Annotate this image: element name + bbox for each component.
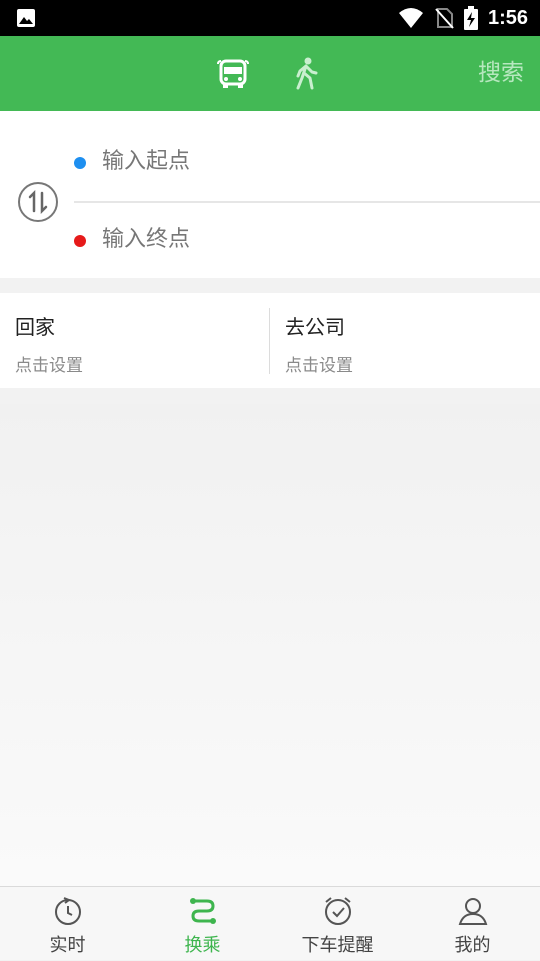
transfer-route-icon [189, 898, 216, 924]
status-bar: 1:56 [0, 0, 540, 36]
tab-label: 下车提醒 [301, 935, 374, 956]
start-dot [74, 157, 86, 169]
app-header: 搜索 [0, 36, 540, 111]
wifi-icon [398, 8, 423, 28]
no-sim-icon [435, 8, 454, 29]
end-point-input[interactable]: 输入终点 [102, 223, 190, 257]
tab-alight-reminder[interactable]: 下车提醒 [270, 887, 405, 961]
status-time: 1:56 [487, 6, 528, 29]
realtime-clock-icon [54, 897, 81, 925]
shortcut-title: 回家 [15, 315, 55, 339]
bottom-navigation: 实时 换乘 下车提醒 我的 [0, 886, 540, 960]
tab-label: 实时 [49, 935, 86, 956]
swap-direction-icon[interactable] [17, 181, 59, 223]
tab-label: 换乘 [184, 935, 221, 956]
route-input-card: 输入起点 输入终点 [0, 111, 540, 278]
tab-transfer[interactable]: 换乘 [135, 887, 270, 961]
shortcut-subtitle: 点击设置 [15, 356, 83, 376]
search-button[interactable]: 搜索 [478, 36, 524, 111]
shortcut-title: 去公司 [285, 315, 345, 339]
tab-realtime[interactable]: 实时 [0, 887, 135, 961]
battery-charging-icon [463, 6, 478, 30]
shortcut-company[interactable]: 去公司 点击设置 [270, 293, 540, 388]
user-icon [458, 898, 487, 925]
tab-label: 我的 [454, 935, 491, 956]
image-notification-icon [17, 9, 35, 27]
bus-icon[interactable] [215, 56, 251, 92]
walk-icon[interactable] [290, 56, 322, 92]
shortcut-panel: 回家 点击设置 去公司 点击设置 [0, 293, 540, 388]
end-point-row[interactable]: 输入终点 [74, 201, 540, 281]
tab-mine[interactable]: 我的 [405, 887, 540, 961]
empty-content-area [0, 404, 540, 886]
end-dot [74, 235, 86, 247]
start-point-input[interactable]: 输入起点 [102, 145, 190, 179]
shortcut-home[interactable]: 回家 点击设置 [0, 293, 270, 388]
alarm-clock-icon [324, 897, 351, 925]
start-point-row[interactable]: 输入起点 [74, 123, 540, 203]
shortcut-subtitle: 点击设置 [285, 356, 353, 376]
